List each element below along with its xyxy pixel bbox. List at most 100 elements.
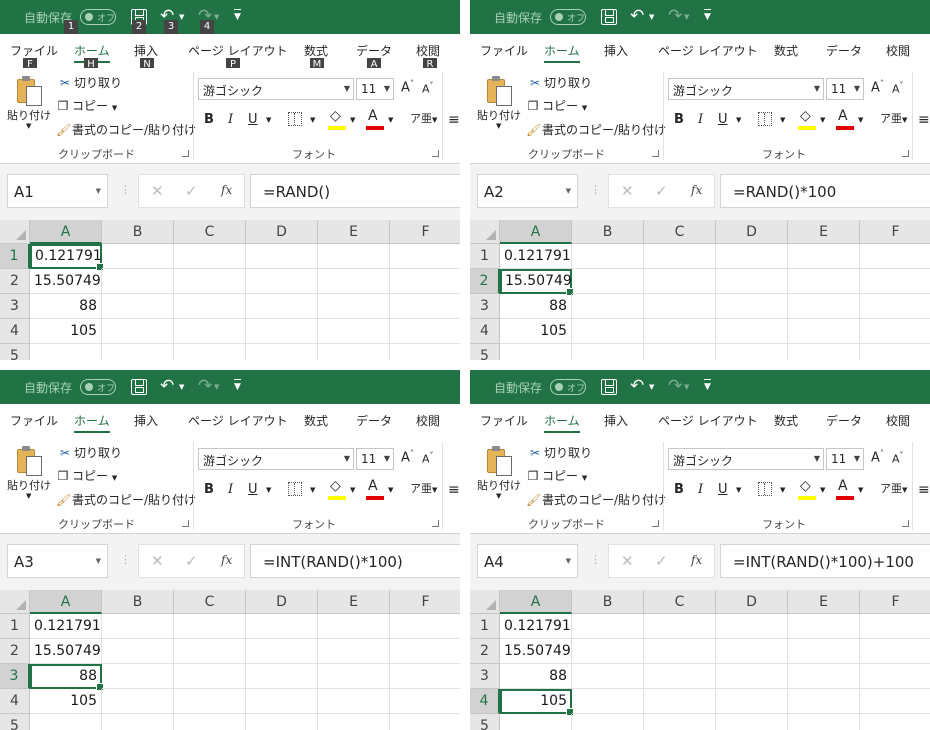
tab-insert[interactable]: 挿入 (134, 42, 158, 59)
paste-icon[interactable] (17, 446, 45, 476)
cell-d5[interactable] (246, 714, 318, 730)
insert-function-icon[interactable]: fx (221, 183, 232, 197)
fill-color-dropdown-icon[interactable]: ▼ (820, 486, 825, 494)
row-header-3[interactable]: 3 (0, 294, 30, 319)
fill-color-icon[interactable]: ◇ (330, 108, 341, 124)
cell-d5[interactable] (716, 714, 788, 730)
cancel-icon[interactable]: ✕ (151, 182, 164, 200)
row-header-3[interactable]: 3 (470, 294, 500, 319)
cell-e4[interactable] (788, 319, 860, 344)
font-launcher-icon[interactable] (902, 520, 909, 527)
copy-button[interactable]: ❐ コピー ▼ (56, 467, 118, 484)
cell-c5[interactable] (644, 714, 716, 730)
tab-review[interactable]: 校閲 (886, 412, 910, 429)
underline-dropdown-icon[interactable]: ▼ (736, 486, 741, 494)
cell-c3[interactable] (174, 294, 246, 319)
bold-button[interactable]: B (674, 482, 684, 497)
cancel-icon[interactable]: ✕ (621, 182, 634, 200)
cell-b4[interactable] (572, 689, 644, 714)
format-painter-button[interactable]: 🖌書式のコピー/貼り付け (56, 121, 196, 138)
cell-a5[interactable] (30, 344, 102, 360)
autosave-toggle[interactable]: オフ (80, 9, 116, 25)
worksheet-grid[interactable]: A B C D E F 1 0.121791 2 15.50749 3 88 4 105 5 (0, 220, 460, 360)
cell-f3[interactable] (390, 664, 460, 689)
cell-a3[interactable]: 88 (500, 664, 572, 689)
phonetic-dropdown-icon[interactable]: ▼ (432, 486, 437, 494)
borders-icon[interactable] (758, 112, 772, 126)
align-icon[interactable]: ≡ (918, 112, 930, 128)
cell-f4[interactable] (860, 689, 930, 714)
cell-e3[interactable] (318, 294, 390, 319)
fill-color-dropdown-icon[interactable]: ▼ (350, 486, 355, 494)
bold-button[interactable]: B (204, 112, 214, 127)
copy-dropdown-icon[interactable]: ▼ (112, 104, 117, 112)
tab-review[interactable]: 校閲 (416, 42, 440, 59)
formula-input[interactable]: =RAND()*100 (720, 174, 930, 208)
cell-a4[interactable]: 105 (30, 689, 102, 714)
redo-icon[interactable]: ↷ (668, 376, 682, 396)
save-icon[interactable] (601, 9, 617, 25)
borders-dropdown-icon[interactable]: ▼ (310, 116, 315, 124)
font-size-select[interactable]: 11 ▼ (826, 78, 864, 100)
font-color-dropdown-icon[interactable]: ▼ (858, 486, 863, 494)
grow-font-button[interactable]: A˄ (401, 79, 414, 95)
column-header-f[interactable]: F (860, 220, 930, 244)
column-header-b[interactable]: B (572, 220, 644, 244)
column-header-b[interactable]: B (102, 590, 174, 614)
cell-a5[interactable] (500, 714, 572, 730)
cell-b5[interactable] (572, 344, 644, 360)
cell-f1[interactable] (390, 244, 460, 269)
cell-c2[interactable] (644, 269, 716, 294)
font-name-select[interactable]: 游ゴシック ▼ (668, 448, 824, 470)
more-icon[interactable]: ⋮ (590, 183, 601, 196)
cell-c5[interactable] (174, 344, 246, 360)
row-header-1[interactable]: 1 (470, 244, 500, 269)
worksheet-grid[interactable]: A B C D E F 1 0.121791 2 15.50749 3 88 4 105 5 (470, 220, 930, 360)
grow-font-button[interactable]: A˄ (871, 79, 884, 95)
tab-data[interactable]: データ (826, 412, 862, 429)
tab-file[interactable]: ファイル (480, 42, 528, 59)
cell-b5[interactable] (102, 344, 174, 360)
column-header-a[interactable]: A (30, 590, 102, 614)
tab-file[interactable]: ファイル (480, 412, 528, 429)
cell-f5[interactable] (390, 344, 460, 360)
cell-d2[interactable] (246, 269, 318, 294)
enter-icon[interactable]: ✓ (185, 182, 198, 200)
cell-f5[interactable] (860, 344, 930, 360)
tab-insert[interactable]: 挿入 (604, 42, 628, 59)
column-header-d[interactable]: D (246, 220, 318, 244)
cell-f4[interactable] (390, 319, 460, 344)
cell-e5[interactable] (318, 344, 390, 360)
font-color-dropdown-icon[interactable]: ▼ (388, 116, 393, 124)
cell-a5[interactable] (500, 344, 572, 360)
column-header-e[interactable]: E (788, 590, 860, 614)
cell-c1[interactable] (644, 244, 716, 269)
cell-a2[interactable]: 15.50749 (500, 639, 572, 664)
cell-a1[interactable]: 0.121791 (500, 244, 572, 269)
autosave-toggle[interactable]: オフ (550, 9, 586, 25)
tab-page-layout[interactable]: ページ レイアウト (188, 42, 288, 59)
font-color-button[interactable]: A (838, 478, 848, 494)
autosave-toggle[interactable]: オフ (550, 379, 586, 395)
cell-d4[interactable] (716, 689, 788, 714)
tab-data[interactable]: データ (356, 412, 392, 429)
font-color-button[interactable]: A (838, 108, 848, 124)
paste-icon[interactable] (487, 446, 515, 476)
font-color-button[interactable]: A (368, 108, 378, 124)
cell-b3[interactable] (102, 664, 174, 689)
cell-b5[interactable] (572, 714, 644, 730)
shrink-font-button[interactable]: A˅ (892, 81, 904, 96)
phonetic-dropdown-icon[interactable]: ▼ (902, 486, 907, 494)
cell-c4[interactable] (174, 689, 246, 714)
phonetic-dropdown-icon[interactable]: ▼ (902, 116, 907, 124)
customize-qat-icon[interactable]: ▼ (234, 379, 241, 392)
cell-c2[interactable] (174, 269, 246, 294)
column-header-d[interactable]: D (246, 590, 318, 614)
borders-icon[interactable] (288, 112, 302, 126)
column-header-a[interactable]: A (500, 220, 572, 244)
cell-f3[interactable] (390, 294, 460, 319)
tab-review[interactable]: 校閲 (416, 412, 440, 429)
tab-formulas[interactable]: 数式 (304, 412, 328, 429)
cell-d1[interactable] (716, 244, 788, 269)
tab-home[interactable]: ホーム (74, 412, 110, 433)
